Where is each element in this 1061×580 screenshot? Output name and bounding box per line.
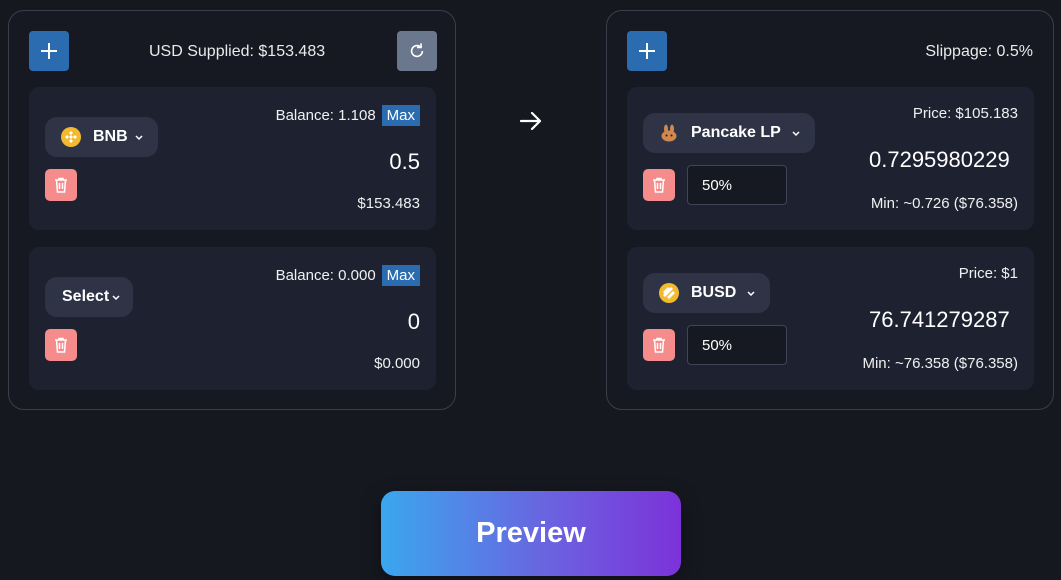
min-received: Min: ~0.726 ($76.358): [870, 195, 1018, 212]
output-amount: 0.7295980229: [869, 147, 1010, 172]
token-select-bnb[interactable]: BNB: [45, 117, 158, 157]
delete-button[interactable]: [45, 329, 77, 361]
refresh-icon: [410, 43, 424, 58]
chevron-down-icon: [112, 295, 120, 301]
preview-button[interactable]: Preview: [381, 491, 681, 576]
token-select-busd[interactable]: BUSD: [643, 273, 771, 313]
amount-input[interactable]: 0.5: [389, 149, 420, 175]
min-received: Min: ~76.358 ($76.358): [862, 355, 1018, 372]
balance-text: Balance: 0.000: [275, 267, 376, 284]
arrow-right-icon: [519, 111, 542, 131]
receive-panel: Slippage: 0.5% Pancake LP Price: $105.18…: [606, 10, 1054, 410]
trash-icon: [55, 177, 67, 193]
supply-panel: USD Supplied: $153.483 BNB Balance: 1.10…: [8, 10, 456, 410]
delete-button[interactable]: [643, 169, 675, 201]
trash-icon: [653, 337, 665, 353]
percent-input[interactable]: [687, 325, 787, 365]
percent-input[interactable]: [687, 165, 787, 205]
delete-button[interactable]: [643, 329, 675, 361]
token-label: Pancake LP: [691, 124, 781, 141]
delete-button[interactable]: [45, 169, 77, 201]
trash-icon: [55, 337, 67, 353]
usd-value: $0.000: [374, 355, 420, 372]
slippage-label: Slippage: 0.5%: [925, 43, 1033, 60]
chevron-down-icon: [747, 291, 755, 297]
token-label: BUSD: [691, 284, 737, 301]
price-text: Price: $105.183: [912, 105, 1018, 122]
add-input-button[interactable]: [29, 31, 69, 71]
chevron-down-icon: [135, 135, 143, 141]
token-label: BNB: [93, 128, 128, 145]
plus-icon: [41, 43, 57, 59]
price-row: Price: $1: [959, 265, 1018, 282]
balance-text: Balance: 1.108: [275, 107, 376, 124]
pancake-bunny-icon: [659, 123, 679, 143]
price-text: Price: $1: [958, 265, 1018, 282]
input-card-select: Select Balance: 0.000 Max 0 $0.000: [29, 247, 436, 390]
chevron-down-icon: [792, 131, 800, 137]
usd-supplied: USD Supplied: $153.483: [149, 43, 326, 60]
token-select-pancake-lp[interactable]: Pancake LP: [643, 113, 815, 153]
balance-row: Balance: 1.108 Max: [276, 105, 420, 126]
output-card-pancake-lp: Pancake LP Price: $105.183 0.7295980229 …: [627, 87, 1034, 230]
max-button[interactable]: Max: [381, 105, 420, 126]
trash-icon: [653, 177, 665, 193]
add-output-button[interactable]: [627, 31, 667, 71]
input-card-bnb: BNB Balance: 1.108 Max 0.5 $153.483: [29, 87, 436, 230]
token-select-empty[interactable]: Select: [45, 277, 134, 317]
output-card-busd: BUSD Price: $1 76.741279287 Min: ~76.358…: [627, 247, 1034, 390]
usd-value: $153.483: [357, 195, 420, 212]
busd-icon: [659, 283, 679, 303]
balance-row: Balance: 0.000 Max: [276, 265, 420, 286]
bnb-icon: [61, 127, 81, 147]
token-label: Select: [62, 288, 110, 305]
output-amount: 76.741279287: [869, 307, 1010, 332]
plus-icon: [639, 43, 655, 59]
amount-input[interactable]: 0: [408, 309, 420, 335]
refresh-button[interactable]: [397, 31, 437, 71]
price-row: Price: $105.183: [913, 105, 1018, 122]
max-button[interactable]: Max: [381, 265, 420, 286]
